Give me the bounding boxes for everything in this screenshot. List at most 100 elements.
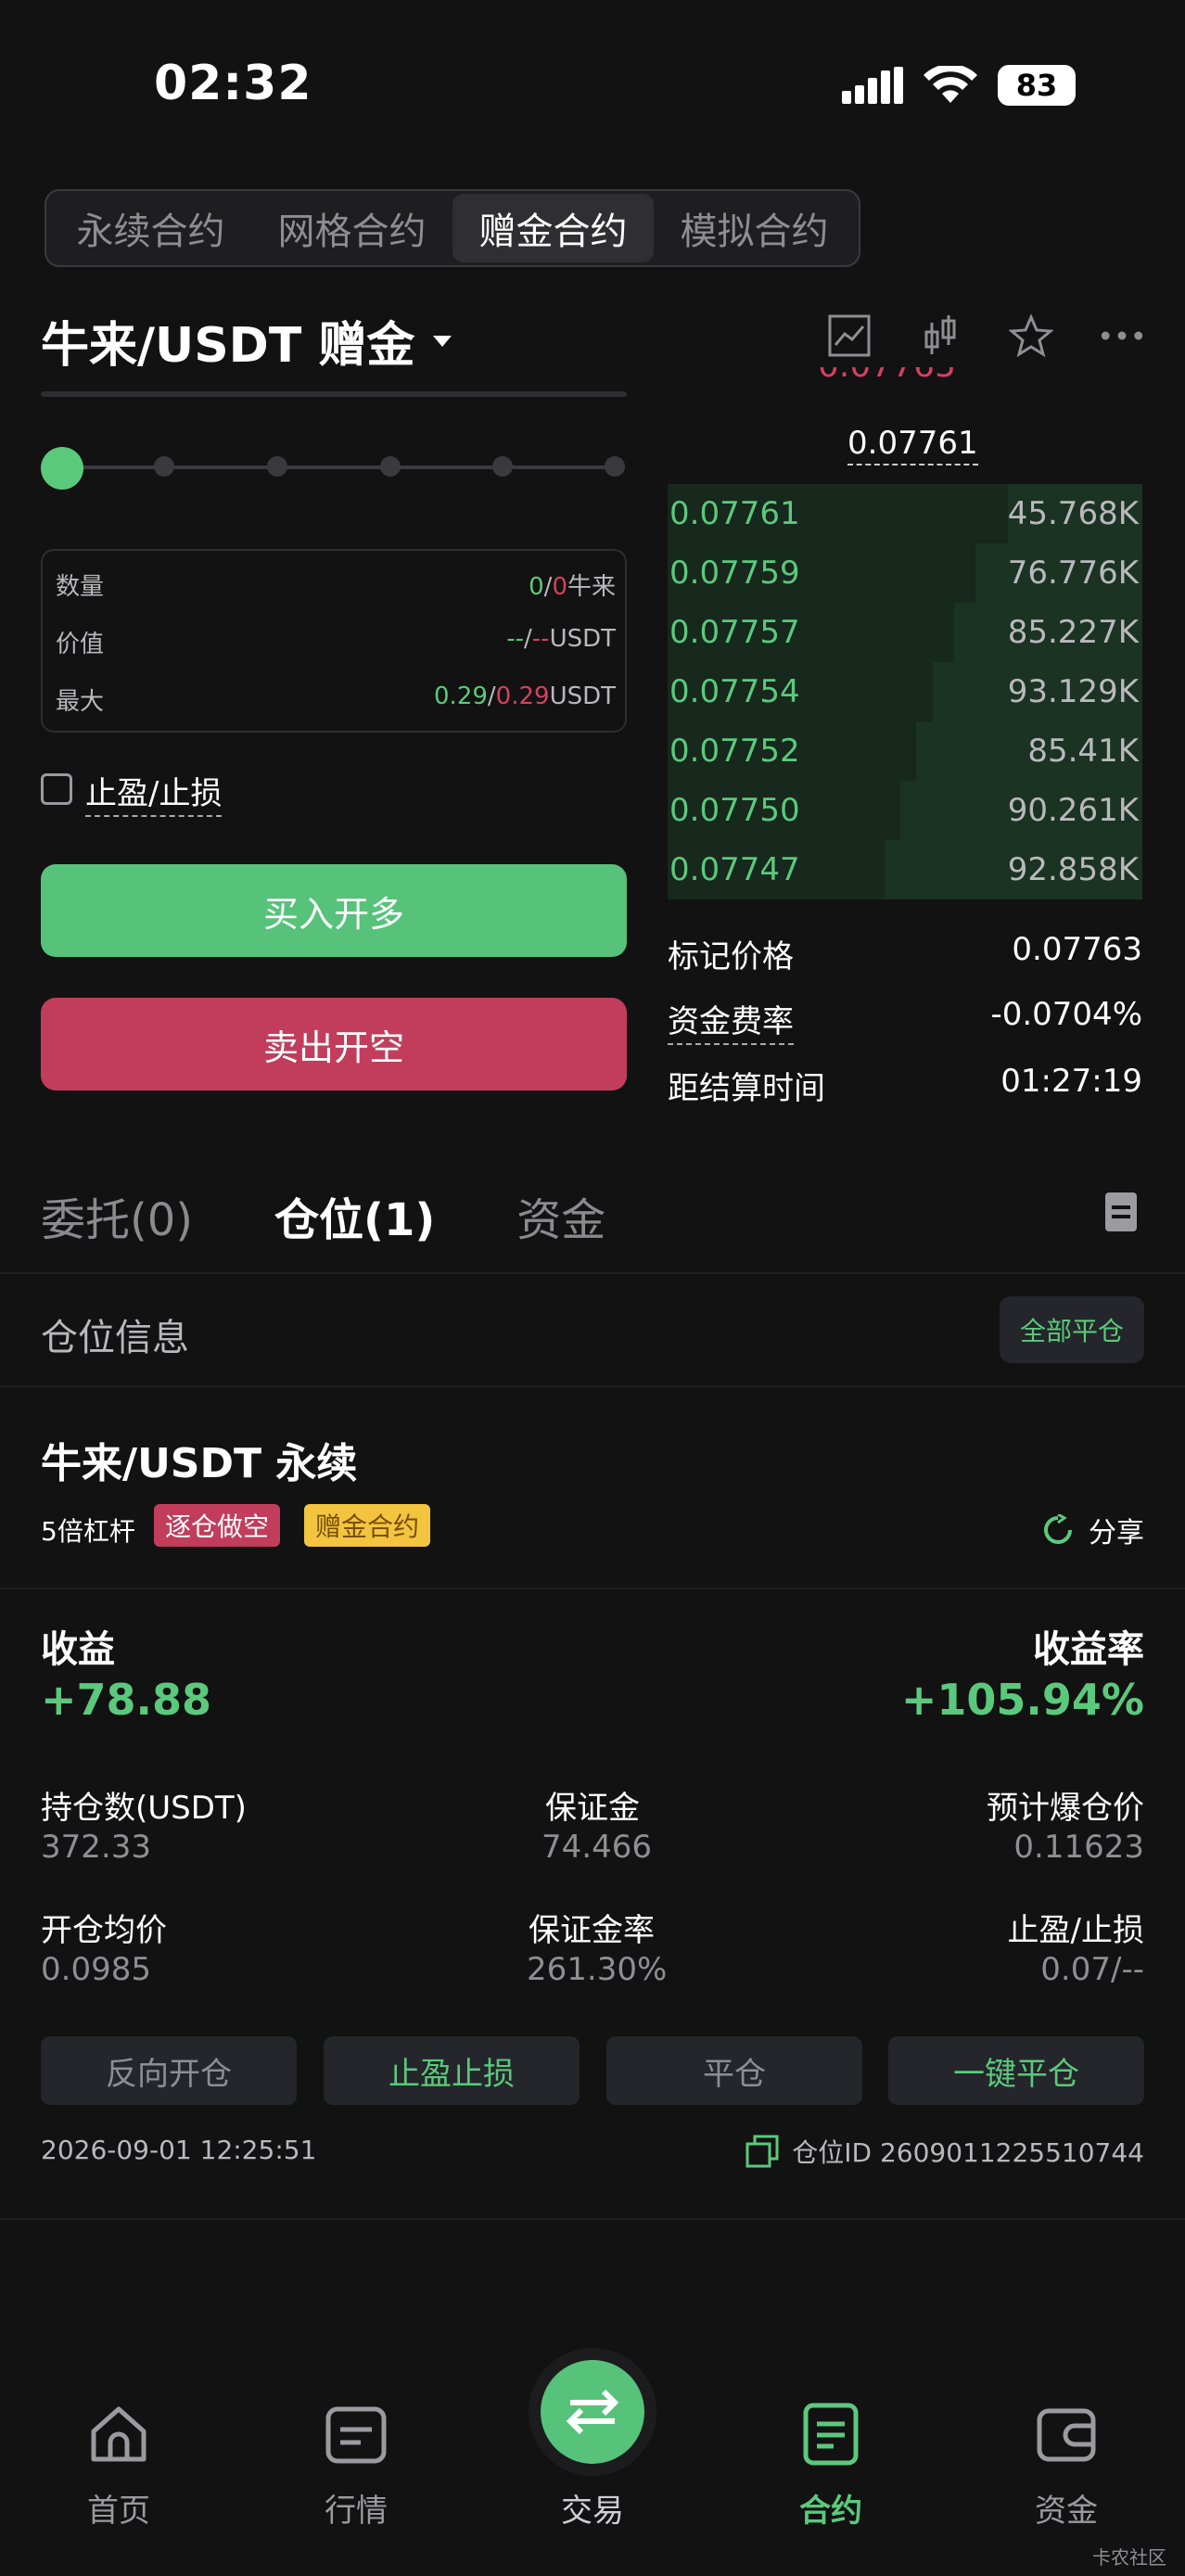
liq-value: 0.11623	[1013, 1829, 1144, 1866]
position-title: 牛来/USDT 永续	[41, 1440, 358, 1487]
status-time: 02:32	[154, 56, 312, 111]
slider-stop[interactable]	[267, 456, 287, 477]
more-icon[interactable]	[1100, 313, 1144, 358]
liq-label: 预计爆仓价	[987, 1790, 1144, 1827]
chart-icon[interactable]	[827, 313, 872, 358]
leverage-text: 5倍杠杆	[41, 1516, 135, 1547]
entry-label: 开仓均价	[41, 1912, 167, 1949]
star-icon[interactable]	[1009, 313, 1053, 358]
battery-indicator: 83	[998, 65, 1076, 106]
nav-market[interactable]: 行情	[282, 2485, 430, 2531]
nav-trade[interactable]: 交易	[518, 2485, 667, 2531]
orderbook-size: 92.858K	[1007, 851, 1139, 888]
orderbook-size: 90.261K	[1007, 792, 1139, 829]
input-remnant	[41, 391, 627, 397]
orderbook-price: 0.07752	[669, 733, 800, 770]
tp-sl-label[interactable]: 止盈/止损	[85, 768, 223, 817]
qty-row: 数量 0/0牛来	[56, 573, 616, 601]
orderbook-row[interactable]: 0.07752 85.41K	[668, 721, 1142, 781]
slider-knob[interactable]	[41, 447, 83, 490]
mark-price-row: 标记价格 0.07763	[668, 931, 1142, 976]
size-label: 持仓数(USDT)	[41, 1790, 247, 1827]
pair-selector[interactable]: 牛来/USDT 赠金	[41, 306, 452, 376]
slider-stop[interactable]	[154, 456, 174, 477]
orderbook-row[interactable]: 0.07757 85.227K	[668, 603, 1142, 662]
candlestick-icon[interactable]	[918, 313, 962, 358]
tab-funds[interactable]: 资金	[516, 1183, 605, 1248]
reverse-open-button[interactable]: 反向开仓	[41, 2036, 297, 2105]
nav-contract[interactable]: 合约	[757, 2485, 905, 2531]
pnl-label: 收益	[41, 1628, 115, 1671]
margin-ratio-label: 保证金率	[529, 1912, 655, 1949]
slider-stop[interactable]	[380, 456, 401, 477]
orderbook-price: 0.07757	[669, 614, 800, 651]
buy-long-button[interactable]: 买入开多	[41, 864, 627, 957]
caret-down-icon	[433, 335, 452, 347]
nav-home[interactable]: 首页	[45, 2485, 193, 2531]
market-icon[interactable]	[282, 2402, 430, 2467]
trade-button[interactable]	[529, 2348, 656, 2476]
contract-icon[interactable]	[757, 2402, 905, 2467]
tp-sl-checkbox[interactable]	[41, 773, 72, 805]
tab-simulated[interactable]: 模拟合约	[654, 194, 855, 262]
orderbook-row[interactable]: 0.07761 45.768K	[668, 484, 1142, 543]
settle-time-row: 距结算时间 01:27:19	[668, 1063, 1142, 1107]
divider	[0, 2218, 1185, 2220]
orderbook-price: 0.07747	[669, 851, 800, 888]
home-icon[interactable]	[45, 2402, 193, 2467]
orderbook-row[interactable]: 0.07759 76.776K	[668, 543, 1142, 603]
orderbook-row[interactable]: 0.07750 90.261K	[668, 781, 1142, 840]
leverage-slider-track[interactable]	[61, 465, 616, 469]
document-icon[interactable]	[1105, 1192, 1137, 1231]
position-info-title: 仓位信息	[41, 1317, 189, 1359]
pair-title: 牛来/USDT 赠金	[41, 318, 415, 374]
orderbook-price: 0.07759	[669, 555, 800, 592]
one-click-close-button[interactable]: 一键平仓	[888, 2036, 1144, 2105]
tpsl-label: 止盈/止损	[1007, 1912, 1144, 1949]
orderbook-row[interactable]: 0.07754 93.129K	[668, 662, 1142, 721]
orderbook-size: 85.227K	[1007, 614, 1139, 651]
tpsl-value: 0.07/--	[1040, 1951, 1144, 1988]
slider-stop[interactable]	[605, 456, 625, 477]
size-value: 372.33	[41, 1829, 151, 1866]
value-row: 价值 --/--USDT	[56, 625, 616, 658]
refresh-share-icon	[1044, 1514, 1072, 1544]
close-all-button[interactable]: 全部平仓	[1000, 1296, 1144, 1363]
pnl-value: +78.88	[41, 1675, 212, 1725]
tp-sl-button[interactable]: 止盈止损	[324, 2036, 580, 2105]
signal-icon	[842, 67, 903, 104]
roe-label: 收益率	[1033, 1628, 1144, 1671]
swap-icon	[541, 2360, 644, 2464]
orderbook-price: 0.07750	[669, 792, 800, 829]
nav-funds[interactable]: 资金	[992, 2485, 1140, 2531]
roe-value: +105.94%	[900, 1675, 1144, 1725]
side-badge: 逐仓做空	[154, 1504, 281, 1547]
wallet-icon[interactable]	[992, 2402, 1140, 2467]
tab-perpetual[interactable]: 永续合约	[50, 194, 251, 262]
position-id[interactable]: 仓位ID 2609011225510744	[745, 2133, 1144, 2170]
orderbook-size: 85.41K	[1027, 733, 1139, 770]
status-icons: 83	[842, 65, 1076, 106]
tab-positions[interactable]: 仓位(1)	[274, 1183, 435, 1248]
copy-icon	[745, 2135, 779, 2168]
tab-bonus[interactable]: 赠金合约	[452, 194, 654, 262]
share-button[interactable]: 分享	[1042, 1510, 1144, 1550]
tab-grid[interactable]: 网格合约	[251, 194, 452, 262]
sell-short-button[interactable]: 卖出开空	[41, 998, 627, 1090]
orderbook-price: 0.07754	[669, 673, 800, 710]
max-row: 最大 0.29/0.29USDT	[56, 682, 616, 716]
divider	[0, 1272, 1185, 1274]
mid-price[interactable]: 0.07761	[847, 425, 978, 465]
tab-orders[interactable]: 委托(0)	[41, 1183, 193, 1248]
divider	[0, 1588, 1185, 1589]
watermark: 卡农社区	[1092, 2546, 1166, 2569]
orderbook-row[interactable]: 0.07747 92.858K	[668, 840, 1142, 899]
orderbook-price: 0.07761	[669, 495, 800, 532]
margin-ratio-value: 261.30%	[527, 1951, 668, 1988]
slider-stop[interactable]	[492, 456, 513, 477]
close-position-button[interactable]: 平仓	[606, 2036, 862, 2105]
margin-label: 保证金	[545, 1790, 640, 1827]
contract-type-tabs: 永续合约 网格合约 赠金合约 模拟合约	[45, 189, 860, 267]
entry-value: 0.0985	[41, 1951, 151, 1988]
order-info-box: 数量 0/0牛来 价值 --/--USDT 最大 0.29/0.29USDT	[41, 549, 627, 733]
